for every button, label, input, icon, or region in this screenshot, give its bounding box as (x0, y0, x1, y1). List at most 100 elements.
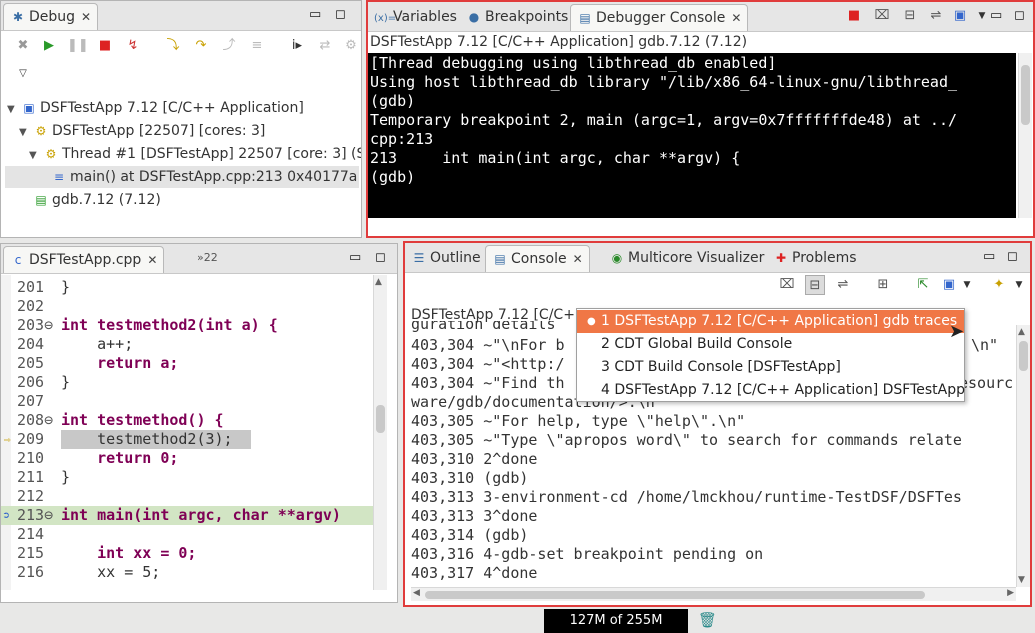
minimize-icon[interactable]: ▭ (990, 8, 1002, 23)
expand-arrow-icon[interactable]: ▼ (7, 99, 21, 121)
menu-item-cdt-global-build-console[interactable]: 2 CDT Global Build Console (577, 333, 964, 356)
garbage-collect-icon[interactable]: 🗑 (698, 611, 717, 629)
scroll-thumb[interactable] (1021, 65, 1030, 125)
expand-arrow-icon[interactable]: ▼ (19, 122, 33, 144)
tree-item-stack-frame[interactable]: ≡ main() at DSFTestApp.cpp:213 0x40177a (5, 166, 359, 188)
code-line: 204 a++; (17, 335, 134, 353)
display-console-icon[interactable]: ▣ (950, 6, 970, 26)
terminate-icon[interactable]: ■ (844, 6, 864, 26)
close-icon[interactable]: ✕ (573, 252, 583, 266)
vertical-scrollbar[interactable]: ▲ (373, 275, 387, 590)
console-line: (gdb) (370, 92, 416, 110)
tree-item-gdb[interactable]: ▤ gdb.7.12 (7.12) (33, 189, 161, 211)
tab-debug[interactable]: ✱ Debug ✕ (3, 3, 99, 30)
disconnect-icon[interactable]: ↯ (123, 36, 143, 56)
maximize-icon[interactable]: ◻ (1014, 8, 1025, 23)
tab-outline[interactable]: ☰ Outline (405, 245, 487, 272)
new-console-icon[interactable]: ✦ (989, 275, 1009, 295)
drop-to-frame-icon[interactable]: ≡ (247, 36, 267, 56)
minimize-icon[interactable]: ▭ (983, 249, 995, 264)
cpp-file-icon: c (14, 253, 22, 267)
scroll-up-icon[interactable]: ▲ (375, 277, 382, 287)
scroll-lock-icon[interactable]: ⊟ (900, 6, 920, 26)
remove-terminated-icon[interactable]: ✖ (13, 36, 33, 56)
maximize-icon[interactable]: ◻ (1007, 249, 1018, 264)
menu-item-gdb-traces[interactable]: ● 1 DSFTestApp 7.12 [C/C++ Application] g… (577, 310, 964, 333)
view-menu-icon[interactable]: ▽ (13, 64, 33, 84)
code-area[interactable]: 201} 202 203⊖ int testmethod2(int a) { 20… (1, 275, 373, 590)
resume-icon[interactable]: ▶ (39, 36, 59, 56)
close-icon[interactable]: ✕ (147, 253, 157, 267)
minimize-icon[interactable]: ▭ (309, 7, 321, 22)
code-line: 216 xx = 5; (17, 563, 161, 581)
horizontal-scrollbar[interactable]: ◀ ▶ (411, 587, 1016, 601)
clear-console-icon[interactable]: ⌧ (777, 275, 797, 295)
tab-console[interactable]: ▤ Console ✕ (485, 245, 590, 272)
tab-problems[interactable]: ✚ Problems (767, 245, 863, 272)
menu-item-dsftestapp-console[interactable]: 4 DSFTestApp 7.12 [C/C++ Application] DS… (577, 379, 965, 402)
console-line: cpp:213 (370, 130, 434, 148)
console-line: [Thread debugging using libthread_db ena… (370, 54, 777, 72)
pin-console-icon[interactable]: ⊞ (873, 275, 893, 295)
step-over-icon[interactable]: ↷ (191, 36, 211, 56)
scroll-left-icon[interactable]: ◀ (413, 588, 420, 598)
terminate-icon[interactable]: ■ (95, 36, 115, 56)
close-icon[interactable]: ✕ (731, 11, 741, 25)
clear-console-icon[interactable]: ⌧ (872, 6, 892, 26)
tab-multicore-visualizer[interactable]: ◉ Multicore Visualizer (603, 245, 770, 272)
tab-breakpoints[interactable]: ● Breakpoints (460, 4, 574, 31)
step-into-icon[interactable]: ⤵ (163, 36, 183, 56)
vertical-scrollbar[interactable] (1018, 53, 1032, 218)
console-line: 403,310 2^done (411, 450, 538, 468)
tab-debugger-console[interactable]: ▤ Debugger Console ✕ (570, 4, 749, 31)
scroll-down-icon[interactable]: ▼ (1018, 575, 1025, 585)
tab-overflow[interactable]: »22 (197, 251, 218, 264)
code-line: ⇨ 209 testmethod2(3); (4, 430, 233, 448)
vertical-scrollbar[interactable]: ▲ ▼ (1016, 325, 1030, 587)
scroll-lock-icon[interactable]: ⊟ (805, 275, 825, 295)
word-wrap-icon[interactable]: ⇌ (926, 6, 946, 26)
settings-icon[interactable]: ⚙ (341, 36, 361, 56)
maximize-icon[interactable]: ◻ (375, 250, 386, 265)
maximize-icon[interactable]: ◻ (335, 7, 346, 22)
scroll-thumb[interactable] (1019, 341, 1028, 371)
menu-item-cdt-build-console[interactable]: 3 CDT Build Console [DSFTestApp] (577, 356, 964, 379)
status-bar: 127M of 255M 🗑 (0, 609, 1035, 633)
step-return-icon[interactable]: ⤴ (219, 36, 239, 56)
selected-bullet-icon: ● (587, 316, 596, 327)
dropdown-icon[interactable]: ▼ (972, 6, 992, 26)
word-wrap-icon[interactable]: ⇌ (833, 275, 853, 295)
instruction-step-icon[interactable]: i▸ (287, 36, 307, 56)
close-icon[interactable]: ✕ (81, 10, 91, 24)
scroll-thumb[interactable] (376, 405, 385, 433)
open-console-icon[interactable]: ⇱ (913, 275, 933, 295)
editor-tabbar: c DSFTestApp.cpp ✕ »22 ▭ ◻ (1, 244, 397, 274)
tree-item-launch[interactable]: ▼ ▣ DSFTestApp 7.12 [C/C++ Application] (7, 97, 304, 119)
multicore-visualizer-icon: ◉ (611, 251, 623, 265)
scroll-up-icon[interactable]: ▲ (1018, 327, 1025, 337)
scroll-thumb[interactable] (425, 591, 925, 599)
console-line: 213 int main(int argc, char **argv) { (370, 149, 741, 167)
launch-icon: ▣ (23, 101, 35, 115)
console-line: 403,317 4^done (411, 564, 538, 582)
dropdown-icon[interactable]: ▼ (957, 275, 977, 295)
tree-item-thread[interactable]: ▼ ⚙ Thread #1 [DSFTestApp] 22507 [core: 3]… (29, 143, 361, 167)
code-line: ➲ 213⊖ int main(int argc, char **argv) (3, 506, 341, 524)
minimize-icon[interactable]: ▭ (349, 250, 361, 265)
code-line: 205 return a; (17, 354, 179, 372)
code-line: 201} (17, 278, 71, 296)
scroll-right-icon[interactable]: ▶ (1007, 588, 1014, 598)
display-console-icon[interactable]: ▣ (939, 275, 959, 295)
outline-icon: ☰ (413, 251, 425, 265)
heap-status[interactable]: 127M of 255M (544, 609, 688, 633)
code-line: 208⊖ int testmethod() { (17, 411, 224, 429)
debugger-console-output: [Thread debugging using libthread_db ena… (368, 53, 1016, 218)
tab-dsftestapp-cpp[interactable]: c DSFTestApp.cpp ✕ (3, 246, 165, 273)
dropdown-icon[interactable]: ▼ (1009, 275, 1029, 295)
tab-variables[interactable]: (x)=Variables (368, 4, 463, 31)
tree-item-process[interactable]: ▼ ⚙ DSFTestApp [22507] [cores: 3] (19, 120, 265, 142)
reverse-icon[interactable]: ⇄ (315, 36, 335, 56)
console-line: 403,305 ~"Type \"apropos word\" to searc… (411, 431, 962, 449)
suspend-icon[interactable]: ❚❚ (67, 36, 89, 56)
expand-arrow-icon[interactable]: ▼ (29, 145, 43, 167)
